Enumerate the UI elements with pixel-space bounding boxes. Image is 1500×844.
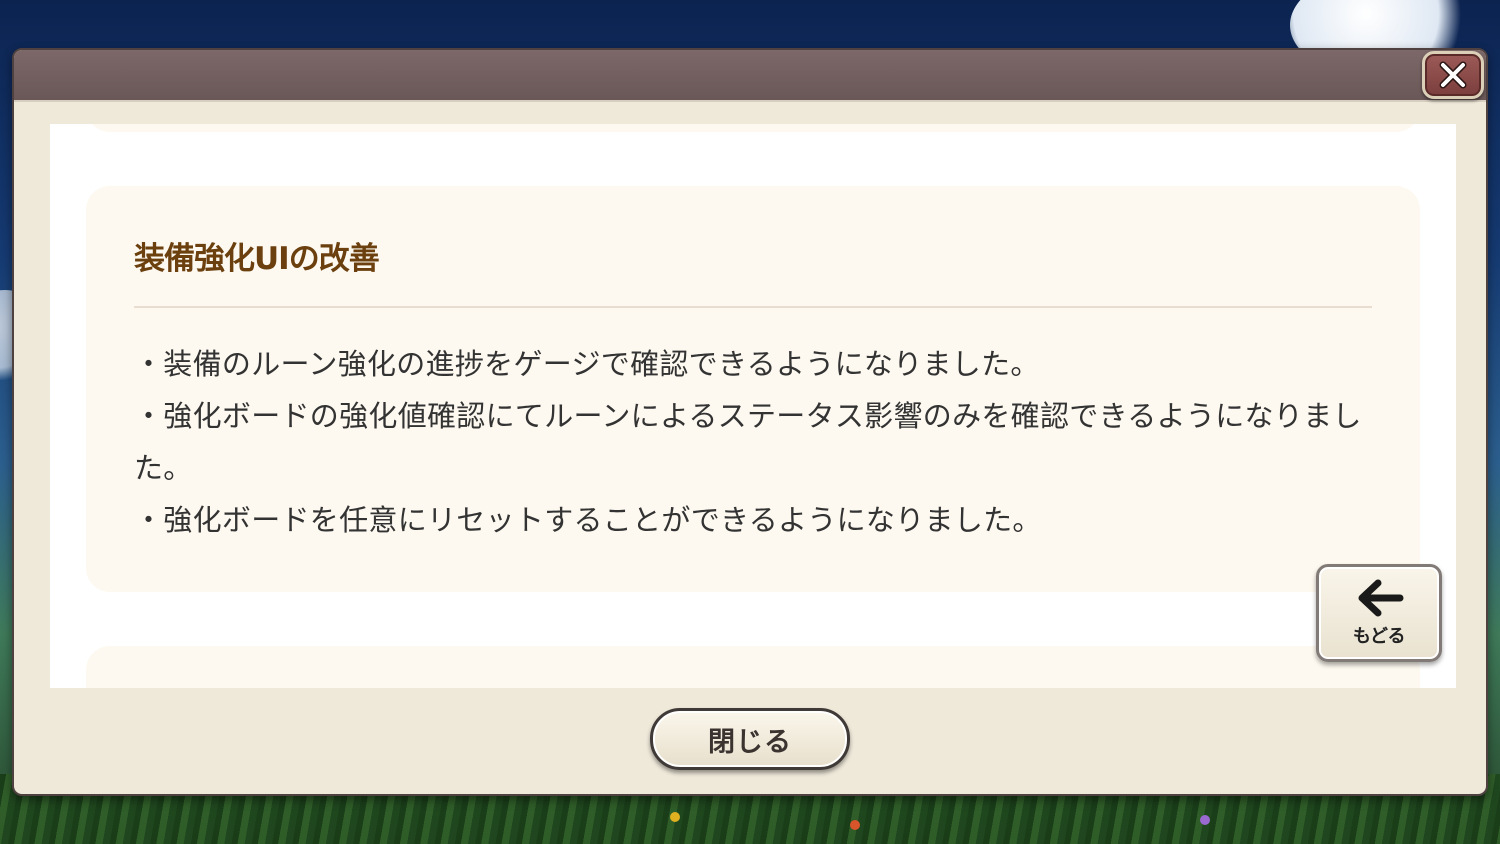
notice-dialog: 装備強化UIの改善 ・装備のルーン強化の進捗をゲージで確認できるようになりました… xyxy=(12,48,1488,796)
previous-notice-card xyxy=(86,124,1420,132)
arrow-left-icon xyxy=(1358,579,1404,617)
background-flower xyxy=(850,820,860,830)
background-flower xyxy=(1200,815,1210,825)
close-x-icon xyxy=(1439,61,1467,89)
next-notice-card xyxy=(86,646,1420,688)
dialog-close-x-button[interactable] xyxy=(1422,51,1484,99)
dialog-header xyxy=(14,50,1486,102)
notice-line: ・装備のルーン強化の進捗をゲージで確認できるようになりました。 xyxy=(134,347,1040,381)
notice-line: ・強化ボードを任意にリセットすることができるようになりました。 xyxy=(134,503,1042,537)
notice-line: ・強化ボードの強化値確認にてルーンによるステータス影響のみを確認できるようになり… xyxy=(134,399,1362,485)
back-button-label: もどる xyxy=(1352,626,1406,647)
notice-body: ・装備のルーン強化の進捗をゲージで確認できるようになりました。 ・強化ボードの強… xyxy=(134,338,1372,546)
close-button[interactable]: 閉じる xyxy=(650,708,850,770)
notice-card: 装備強化UIの改善 ・装備のルーン強化の進捗をゲージで確認できるようになりました… xyxy=(86,186,1420,592)
notice-scroll-area[interactable]: 装備強化UIの改善 ・装備のルーン強化の進捗をゲージで確認できるようになりました… xyxy=(50,124,1456,688)
title-divider xyxy=(134,306,1372,308)
background-flower xyxy=(670,812,680,822)
back-button[interactable]: もどる xyxy=(1316,564,1442,662)
notice-title: 装備強化UIの改善 xyxy=(134,241,380,277)
